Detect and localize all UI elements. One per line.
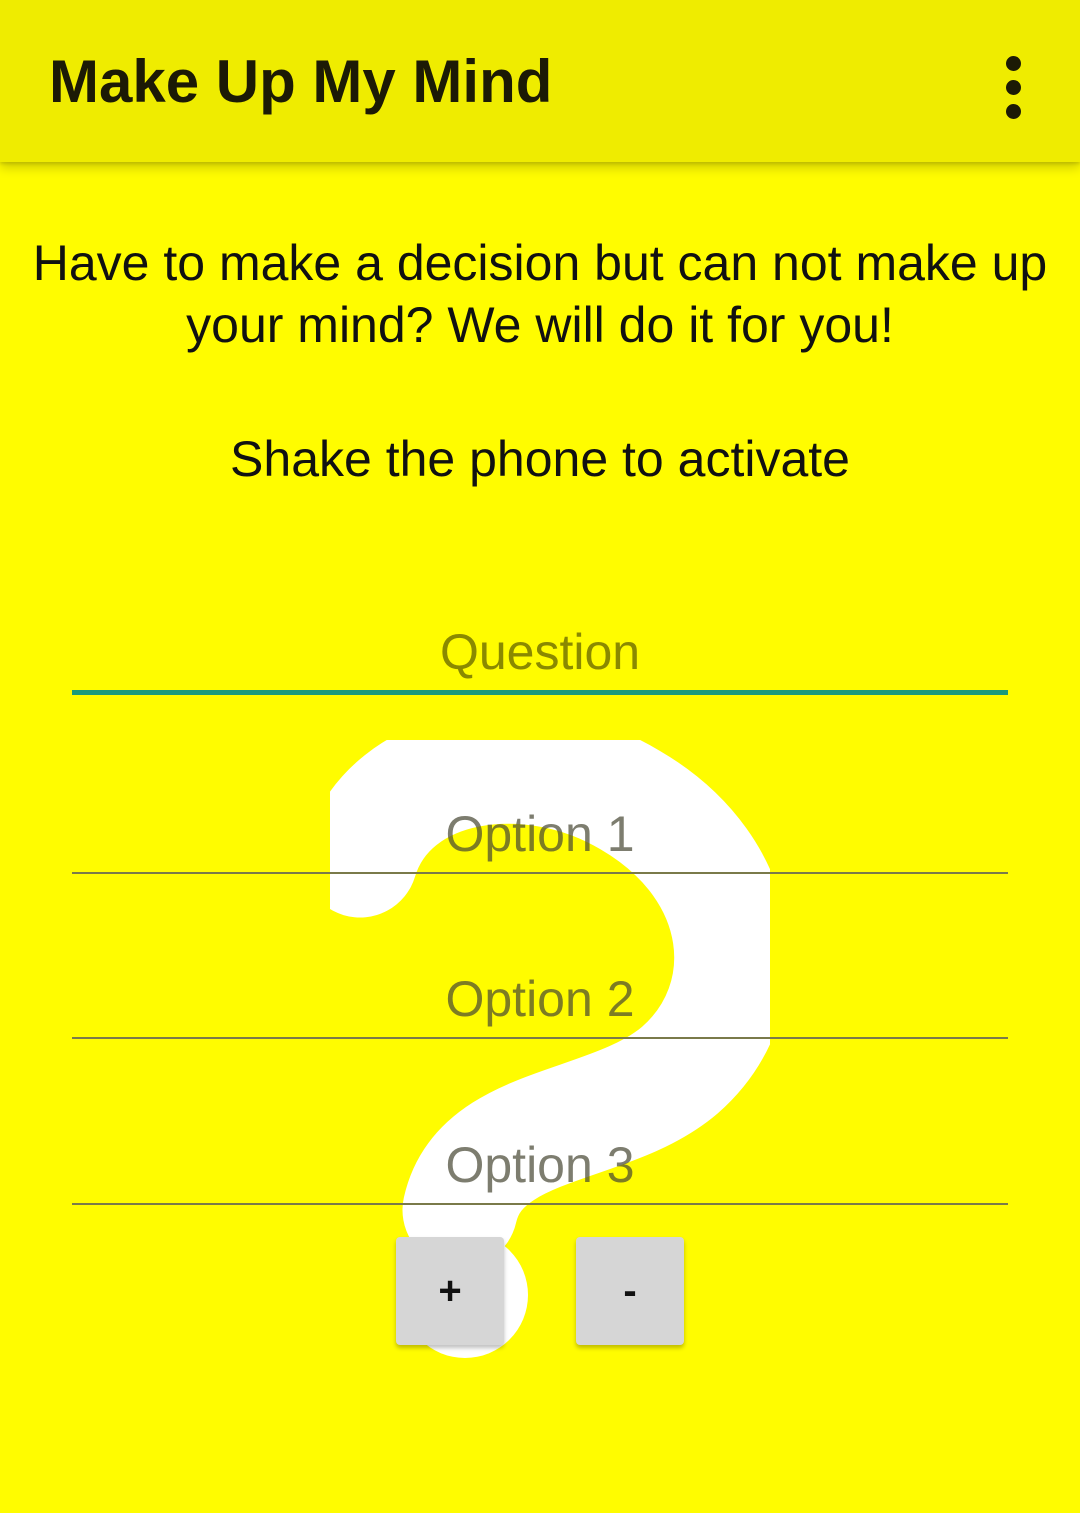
question-field[interactable] <box>72 620 1008 695</box>
app-screen: Make Up My Mind Have to make a decision … <box>0 0 1080 1513</box>
option-3-field[interactable] <box>72 1133 1008 1205</box>
option-1-input[interactable] <box>72 802 1008 866</box>
add-option-button[interactable]: + <box>396 1237 504 1345</box>
option-2-input[interactable] <box>72 967 1008 1031</box>
option-3-underline <box>72 1203 1008 1205</box>
option-3-input[interactable] <box>72 1133 1008 1197</box>
option-2-field[interactable] <box>72 967 1008 1039</box>
app-title: Make Up My Mind <box>49 48 553 115</box>
option-2-underline <box>72 1037 1008 1039</box>
option-1-field[interactable] <box>72 802 1008 874</box>
app-bar: Make Up My Mind <box>0 0 1080 162</box>
shake-instruction: Shake the phone to activate <box>230 431 850 487</box>
intro-text: Have to make a decision but can not make… <box>32 235 1048 353</box>
question-underline <box>72 690 1008 695</box>
option-1-underline <box>72 872 1008 874</box>
question-input[interactable] <box>72 620 1008 684</box>
remove-option-button[interactable]: - <box>576 1237 684 1345</box>
more-options-icon[interactable] <box>984 40 1044 120</box>
